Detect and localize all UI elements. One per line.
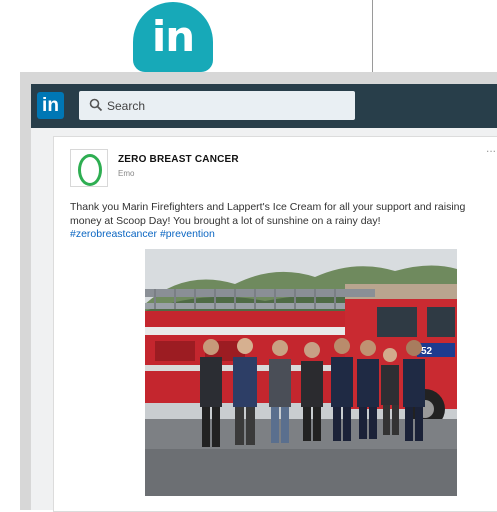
post-subtitle: Emo: [118, 169, 135, 178]
linkedin-logo-badge: in: [133, 2, 213, 72]
zero-breast-cancer-ring-icon: [78, 154, 102, 186]
search-icon: [89, 98, 103, 112]
post-image[interactable]: 52: [145, 249, 457, 496]
hashtag-link[interactable]: #prevention: [160, 228, 215, 240]
truck-number: 52: [421, 346, 433, 357]
company-logo[interactable]: [70, 149, 108, 187]
feed-area: ZERO BREAST CANCER Emo ... Thank you Mar…: [31, 128, 497, 512]
browser-frame: in ZERO BREAST CANCER Emo ... Thank you …: [20, 72, 497, 512]
feed-post-card: ZERO BREAST CANCER Emo ... Thank you Mar…: [53, 136, 497, 512]
search-input[interactable]: [107, 91, 337, 120]
hashtag-link[interactable]: #zerobreastcancer: [70, 228, 157, 240]
search-box[interactable]: [79, 91, 355, 120]
linkedin-home-logo[interactable]: in: [37, 92, 64, 119]
post-hashtags: #zerobreastcancer #prevention: [70, 228, 218, 240]
more-options-icon[interactable]: ...: [486, 141, 496, 155]
divider-line: [372, 0, 373, 72]
company-name[interactable]: ZERO BREAST CANCER: [118, 154, 239, 165]
post-text: Thank you Marin Firefighters and Lappert…: [70, 201, 466, 227]
linkedin-navbar: in: [31, 84, 497, 128]
